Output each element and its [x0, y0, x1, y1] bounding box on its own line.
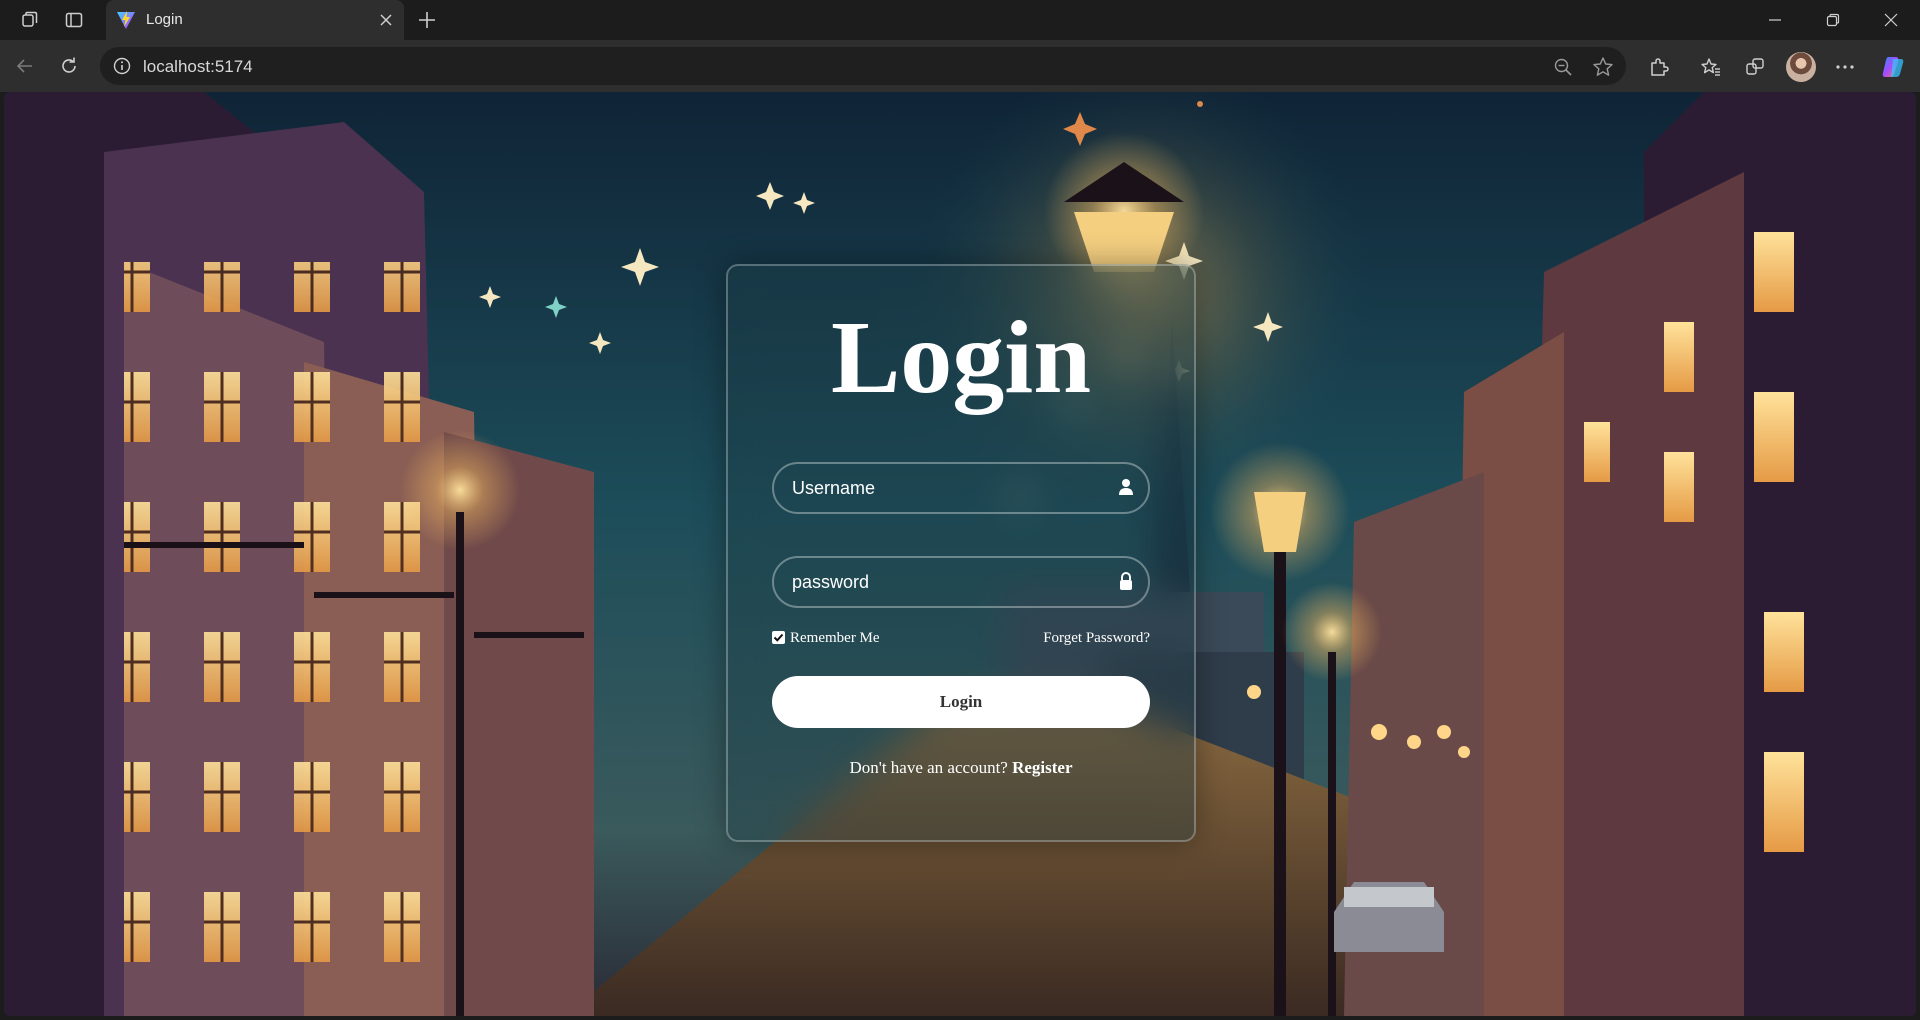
register-prompt: Don't have an account? [849, 758, 1013, 777]
login-button[interactable]: Login [772, 676, 1150, 728]
page-viewport: Login Remember Me Forget Password? Login… [4, 92, 1916, 1016]
remember-label[interactable]: Remember Me [790, 630, 880, 647]
remember-checkbox[interactable] [772, 631, 785, 644]
browser-toolbar: localhost:5174 [0, 40, 1920, 92]
close-window-icon[interactable] [1862, 0, 1920, 40]
forgot-password-link[interactable]: Forget Password? [1043, 630, 1150, 647]
address-url[interactable]: localhost:5174 [143, 57, 253, 77]
back-arrow-icon[interactable] [8, 50, 42, 82]
zoom-out-icon[interactable] [1550, 54, 1576, 80]
vertical-tabs-icon[interactable] [56, 4, 92, 36]
minimize-icon[interactable] [1746, 0, 1804, 40]
username-field-wrapper [772, 462, 1150, 514]
star-icon[interactable] [1590, 54, 1616, 80]
vite-logo-icon [116, 10, 136, 30]
avatar[interactable] [1786, 52, 1816, 82]
puzzle-icon[interactable] [1644, 52, 1674, 82]
login-card: Login Remember Me Forget Password? Login… [726, 264, 1196, 842]
workspaces-icon[interactable] [12, 4, 48, 36]
register-row: Don't have an account? Register [728, 758, 1194, 778]
tab-title: Login [146, 11, 183, 28]
address-bar[interactable]: localhost:5174 [100, 47, 1626, 85]
lock-icon [1116, 571, 1136, 591]
password-field-wrapper [772, 556, 1150, 608]
favorites-icon[interactable] [1696, 52, 1726, 82]
remember-forgot-row: Remember Me Forget Password? [772, 629, 1150, 651]
username-input[interactable] [772, 462, 1150, 514]
copilot-icon[interactable] [1878, 52, 1908, 82]
collections-icon[interactable] [1740, 52, 1770, 82]
register-link[interactable]: Register [1012, 758, 1072, 777]
info-icon[interactable] [112, 56, 132, 76]
close-icon[interactable] [374, 8, 398, 32]
active-tab[interactable]: Login [106, 0, 404, 40]
user-icon [1116, 477, 1136, 497]
page-title: Login [830, 300, 1092, 415]
refresh-icon[interactable] [52, 50, 86, 82]
restore-icon[interactable] [1804, 0, 1862, 40]
tab-bar: Login [0, 0, 1920, 40]
more-icon[interactable] [1830, 52, 1860, 82]
plus-icon[interactable] [410, 4, 444, 36]
password-input[interactable] [772, 556, 1150, 608]
